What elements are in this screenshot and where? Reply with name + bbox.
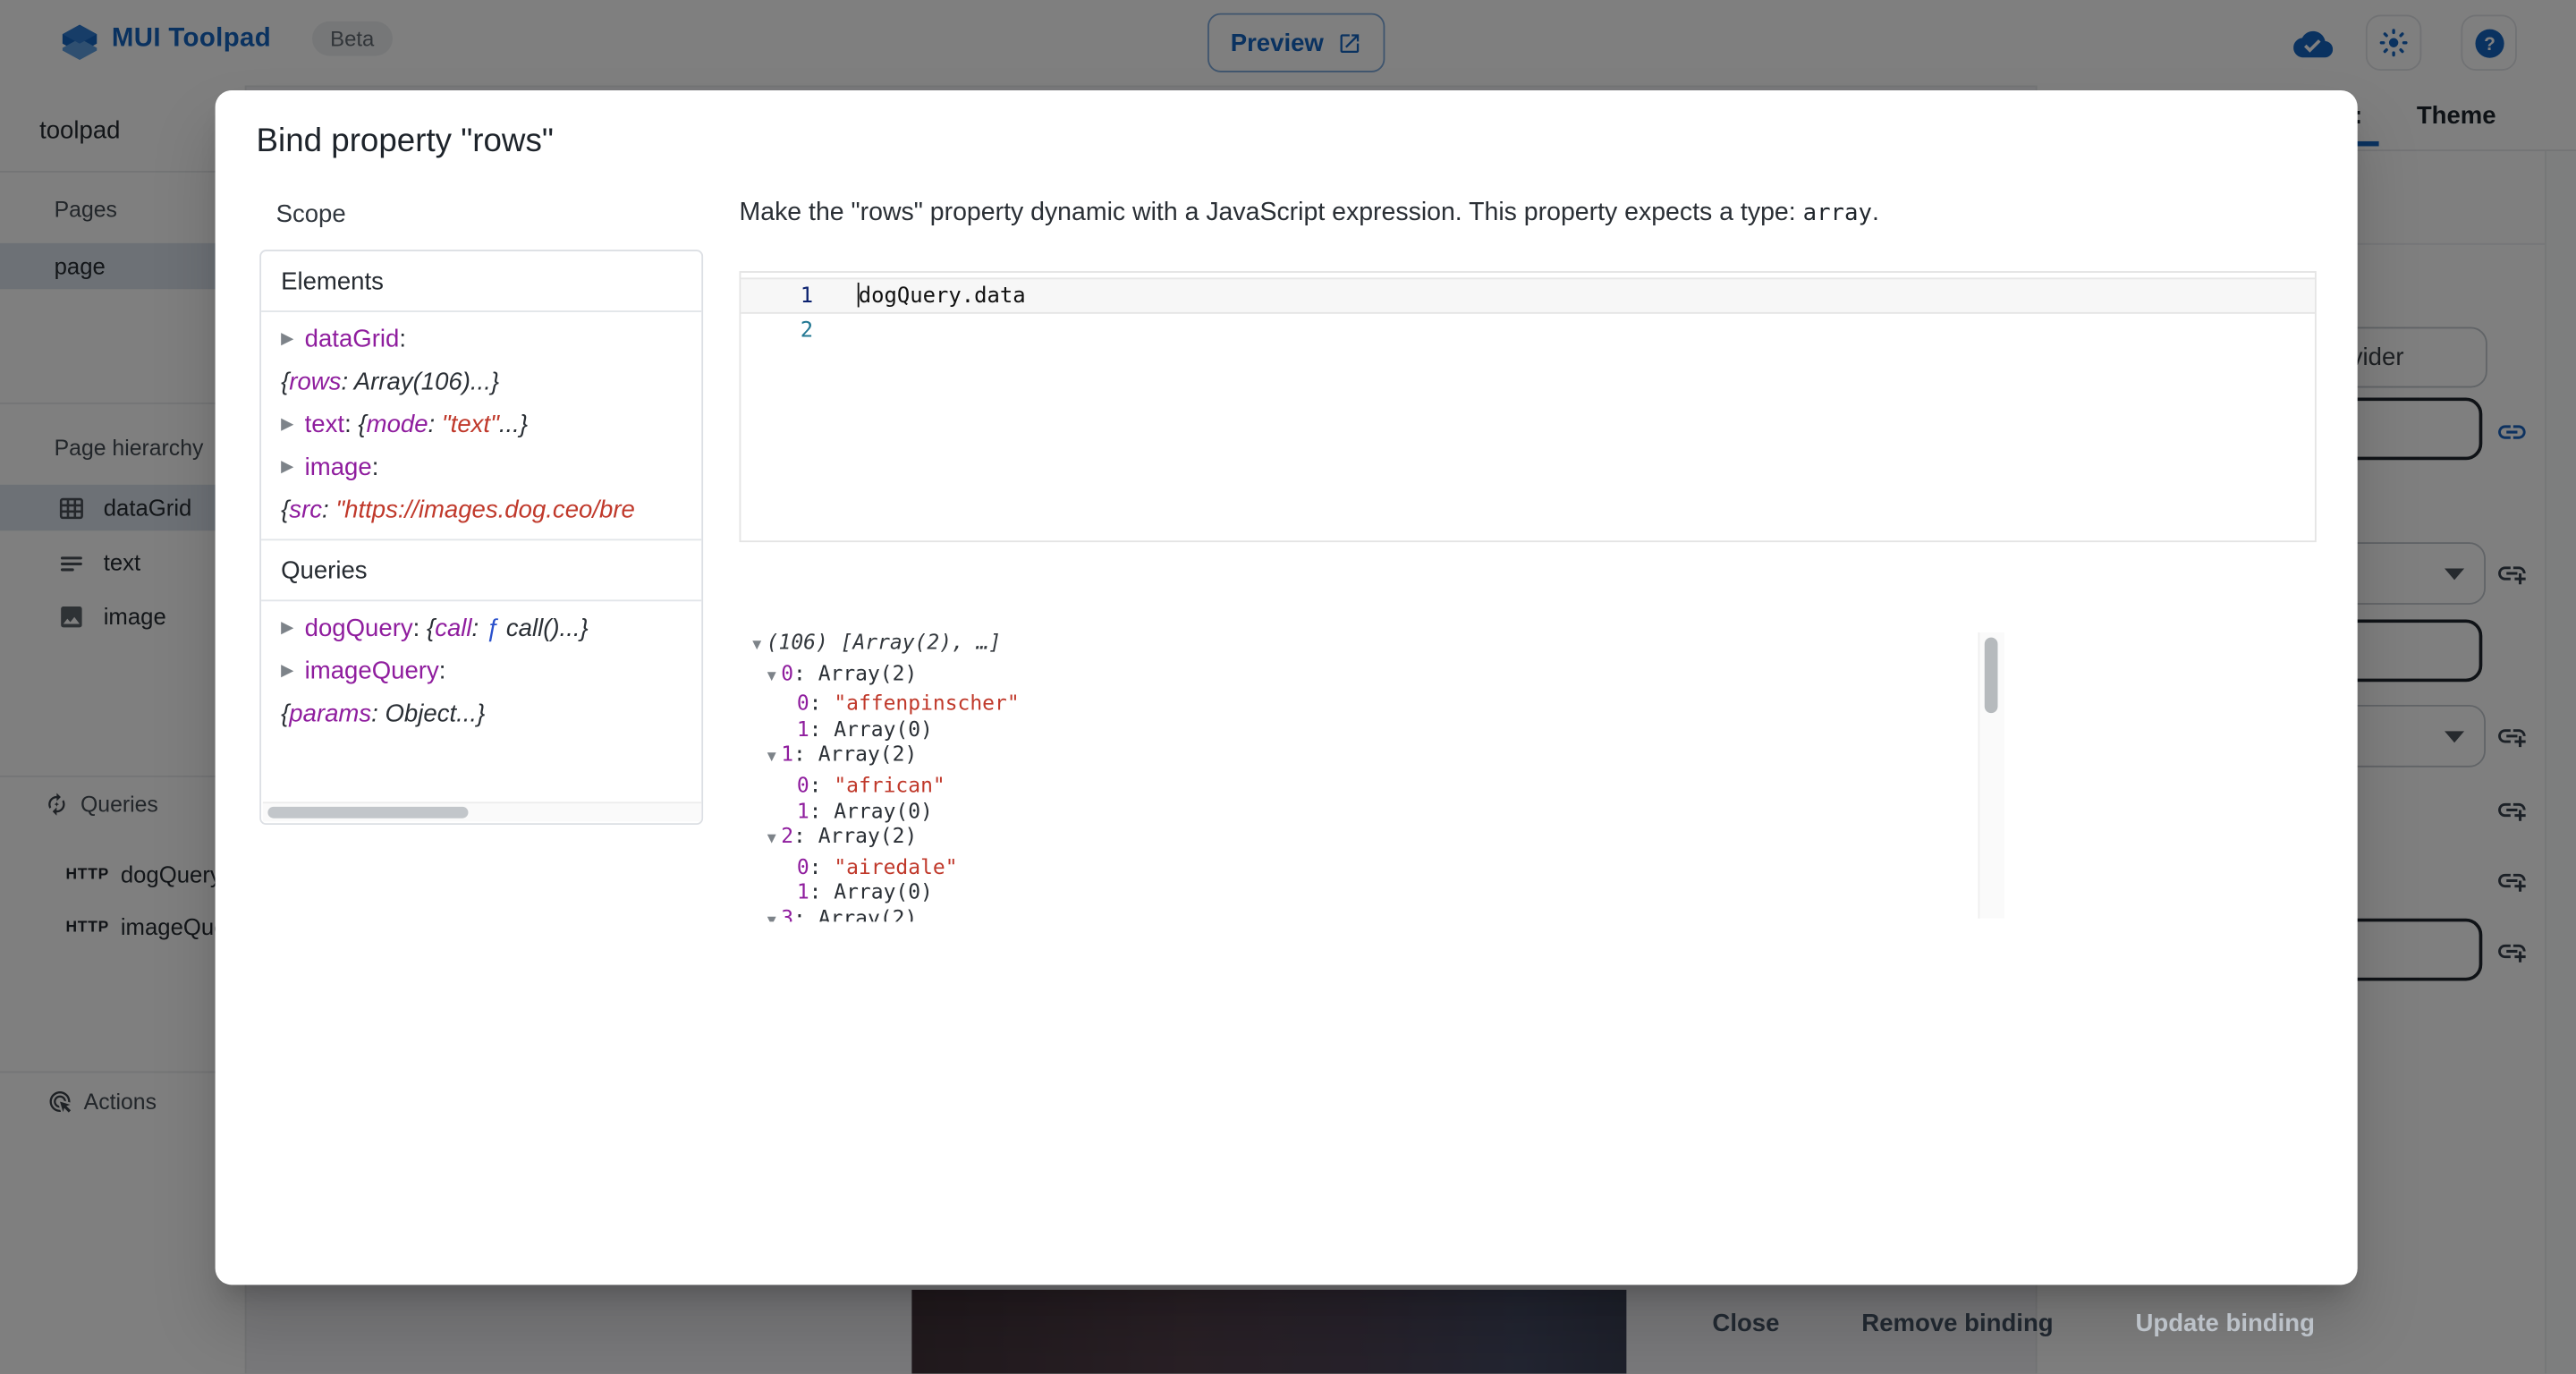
result-node[interactable]: ▼2: Array(2) — [742, 823, 2323, 853]
dialog-description: Make the "rows" property dynamic with a … — [740, 199, 2185, 228]
result-node[interactable]: ▼0: Array(2) — [742, 660, 2323, 691]
tree-node-image[interactable]: ▶ image: — [261, 447, 701, 490]
dialog-title: Bind property "rows" — [257, 123, 554, 161]
result-root-node[interactable]: ▼(106) [Array(2), …] — [742, 629, 2323, 659]
bind-property-dialog: Bind property "rows" Scope Elements ▶ da… — [216, 90, 2358, 1285]
tree-node-imagequery[interactable]: ▶ imageQuery: — [261, 650, 701, 693]
result-node-clipped[interactable]: ▼3: Array(2) — [742, 905, 2323, 921]
tree-node-imagequery-preview: {params: Object...} — [261, 693, 701, 736]
evaluation-result-tree: ▼(106) [Array(2), …] ▼0: Array(2) 0: "af… — [742, 629, 2323, 921]
line-number: 2 — [741, 314, 813, 350]
result-leaf: 1: Array(0) — [742, 879, 2323, 905]
line-number: 1 — [741, 279, 813, 312]
result-leaf: 1: Array(0) — [742, 716, 2323, 742]
editor-line-1[interactable]: 1 dogQuery.data — [741, 277, 2315, 313]
close-button[interactable]: Close — [1699, 1300, 1792, 1347]
dialog-actions: Close Remove binding Update binding — [1699, 1300, 2328, 1347]
expression-editor[interactable]: 1 dogQuery.data 2 — [740, 271, 2317, 542]
tree-node-datagrid-preview: {rows: Array(106)...} — [261, 361, 701, 404]
remove-binding-button[interactable]: Remove binding — [1849, 1300, 2067, 1347]
elements-tree: ▶ dataGrid: {rows: Array(106)...} ▶ text… — [261, 312, 701, 539]
vertical-scrollbar[interactable] — [1978, 632, 2004, 919]
update-binding-button[interactable]: Update binding — [2123, 1300, 2328, 1347]
queries-header: Queries — [261, 540, 701, 599]
horizontal-scrollbar[interactable] — [263, 802, 703, 821]
tree-node-image-preview: {src: "https://images.dog.ceo/bre — [261, 489, 701, 532]
tree-node-datagrid[interactable]: ▶ dataGrid: — [261, 318, 701, 361]
result-leaf: 0: "affenpinscher" — [742, 691, 2323, 717]
screen: MUI Toolpad Beta Preview — [0, 0, 2576, 1374]
tree-node-text[interactable]: ▶ text: {mode: "text"...} — [261, 404, 701, 447]
scope-label: Scope — [276, 200, 346, 228]
editor-code: dogQuery.data — [858, 279, 1026, 312]
scrollbar-thumb[interactable] — [267, 807, 468, 818]
result-leaf: 1: Array(0) — [742, 798, 2323, 824]
result-leaf: 0: "african" — [742, 772, 2323, 798]
result-leaf: 0: "airedale" — [742, 854, 2323, 880]
editor-line-2[interactable]: 2 — [741, 314, 2315, 350]
tree-node-dogquery[interactable]: ▶ dogQuery: {call: ƒ call()...} — [261, 608, 701, 651]
scrollbar-thumb[interactable] — [1985, 638, 1998, 713]
queries-tree: ▶ dogQuery: {call: ƒ call()...} ▶ imageQ… — [261, 601, 701, 742]
result-node[interactable]: ▼1: Array(2) — [742, 742, 2323, 772]
elements-header: Elements — [261, 251, 701, 310]
scope-browser: Elements ▶ dataGrid: {rows: Array(106)..… — [259, 250, 703, 825]
